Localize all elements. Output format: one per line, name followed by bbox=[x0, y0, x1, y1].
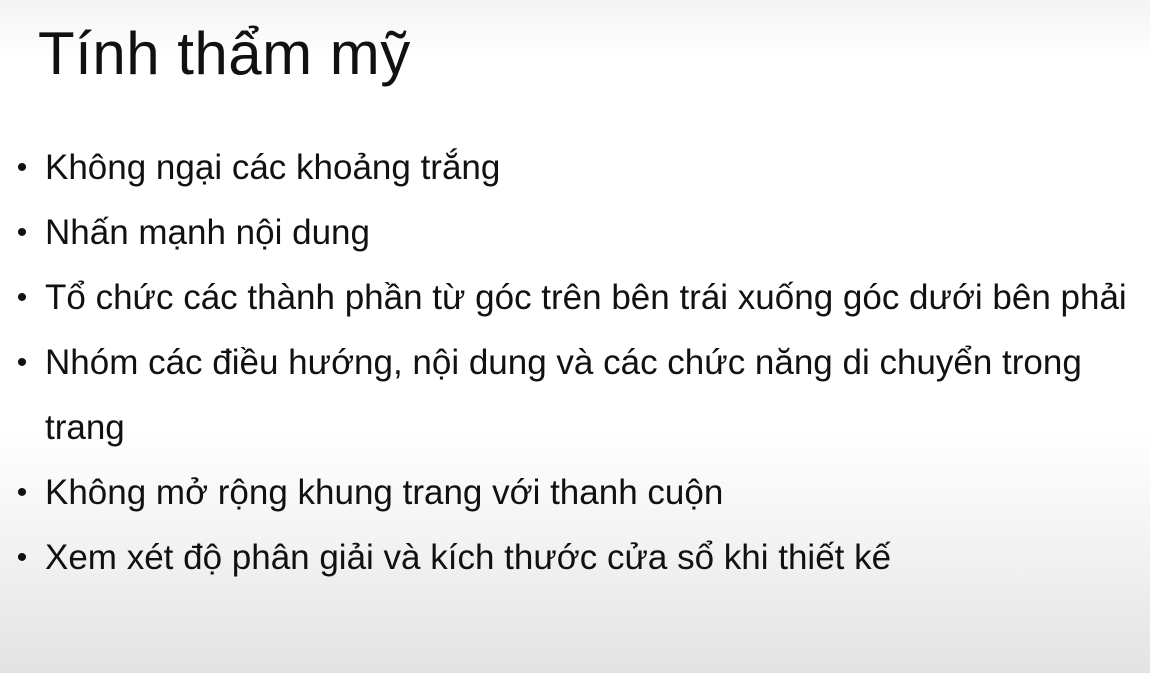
bullet-text: Nhấn mạnh nội dung bbox=[45, 213, 370, 252]
bullet-item: • Nhóm các điều hướng, nội dung và các c… bbox=[0, 330, 1150, 460]
bullet-item: • Không mở rộng khung trang với thanh cu… bbox=[0, 460, 1150, 525]
bullet-dot-icon: • bbox=[16, 541, 28, 574]
bullet-dot-icon: • bbox=[16, 476, 28, 509]
bullet-dot-icon: • bbox=[16, 281, 28, 314]
bullet-text: Nhóm các điều hướng, nội dung và các chứ… bbox=[45, 343, 1082, 447]
bullet-dot-icon: • bbox=[16, 346, 28, 379]
bullet-dot-icon: • bbox=[16, 216, 28, 249]
bullet-item: • Không ngại các khoảng trắng bbox=[0, 135, 1150, 200]
bullet-text: Tổ chức các thành phần từ góc trên bên t… bbox=[45, 278, 1127, 317]
bullet-text: Không ngại các khoảng trắng bbox=[45, 148, 501, 187]
bullet-text: Xem xét độ phân giải và kích thước cửa s… bbox=[45, 538, 892, 577]
slide-title: Tính thẩm mỹ bbox=[38, 20, 411, 87]
bullet-dot-icon: • bbox=[16, 151, 28, 184]
bullet-item: • Tổ chức các thành phần từ góc trên bên… bbox=[0, 265, 1150, 330]
bullet-list: • Không ngại các khoảng trắng • Nhấn mạn… bbox=[0, 135, 1150, 590]
bullet-item: • Xem xét độ phân giải và kích thước cửa… bbox=[0, 525, 1150, 590]
bullet-item: • Nhấn mạnh nội dung bbox=[0, 200, 1150, 265]
bullet-text: Không mở rộng khung trang với thanh cuộn bbox=[45, 473, 724, 512]
slide: Tính thẩm mỹ • Không ngại các khoảng trắ… bbox=[0, 0, 1150, 673]
